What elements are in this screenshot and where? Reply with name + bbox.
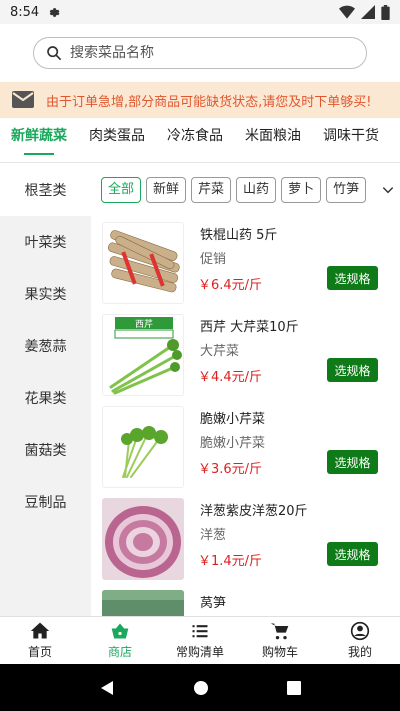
product-item[interactable]: 莴笋 [91, 584, 400, 616]
tab-meat-eggs[interactable]: 肉类蛋品 [78, 118, 156, 162]
select-spec-button[interactable]: 选规格 [327, 358, 378, 382]
product-image: 西芹 [102, 314, 184, 396]
nav-label: 首页 [27, 645, 52, 659]
nav-store[interactable]: 商店 [80, 617, 160, 664]
status-bar: 8:54 [0, 0, 400, 24]
user-icon [350, 621, 370, 641]
search-input[interactable] [70, 45, 330, 61]
product-price: ￥6.4元/斤 [198, 278, 263, 293]
product-price: ￥3.6元/斤 [198, 462, 263, 477]
product-name: 西芹 大芹菜10斤 [200, 320, 299, 335]
shopping-basket-icon [111, 623, 129, 639]
product-name: 脆嫩小芹菜 [200, 412, 266, 427]
category-tabs: 新鲜蔬菜 肉类蛋品 冷冻食品 米面粮油 调味干货 [0, 118, 400, 163]
notice-banner: 由于订单急增,部分商品可能缺货状态,请您及时下单够买! [0, 82, 400, 118]
product-item[interactable]: 铁棍山药 5斤 促销 ￥6.4元/斤 选规格 [91, 216, 400, 308]
product-subtitle: 洋葱 [200, 528, 227, 543]
product-subtitle: 促销 [200, 252, 227, 267]
notice-text: 由于订单急增,部分商品可能缺货状态,请您及时下单够买! [46, 94, 372, 110]
chevron-down-icon[interactable] [376, 178, 400, 202]
chip-celery[interactable]: 芹菜 [191, 177, 232, 203]
sidebar-item-leafy[interactable]: 叶菜类 [0, 216, 91, 268]
product-image [102, 406, 184, 488]
home-circle-icon[interactable] [193, 680, 209, 696]
signal-icon [361, 5, 375, 19]
product-price: ￥4.4元/斤 [198, 370, 263, 385]
chip-yam[interactable]: 山药 [236, 177, 277, 203]
product-name: 铁棍山药 5斤 [200, 228, 278, 243]
product-list: 铁棍山药 5斤 促销 ￥6.4元/斤 选规格 西芹 西芹 大芹菜10斤 大芹菜 … [91, 216, 400, 616]
back-icon[interactable] [99, 680, 115, 696]
mail-icon [12, 91, 34, 108]
chip-radish[interactable]: 萝卜 [281, 177, 322, 203]
wifi-icon [339, 5, 355, 19]
chip-bamboo-shoot[interactable]: 竹笋 [326, 177, 367, 203]
product-item[interactable]: 脆嫩小芹菜 脆嫩小芹菜 ￥3.6元/斤 选规格 [91, 400, 400, 492]
nav-frequent-list[interactable]: 常购清单 [160, 617, 240, 664]
sidebar-item-root[interactable]: 根茎类 [0, 164, 91, 216]
nav-home[interactable]: 首页 [0, 617, 80, 664]
settings-icon [49, 7, 60, 17]
status-time: 8:54 [10, 4, 40, 20]
subcategory-sidebar: 根茎类 叶菜类 果实类 姜葱蒜 花果类 菌菇类 豆制品 [0, 164, 91, 616]
product-subtitle: 脆嫩小芹菜 [200, 436, 266, 451]
chip-fresh[interactable]: 新鲜 [146, 177, 187, 203]
select-spec-button[interactable]: 选规格 [327, 542, 378, 566]
select-spec-button[interactable]: 选规格 [327, 450, 378, 474]
cart-icon [270, 623, 289, 640]
nav-label: 常购清单 [175, 645, 224, 659]
nav-label: 购物车 [261, 645, 298, 659]
nav-label: 商店 [107, 645, 132, 659]
product-image [102, 498, 184, 580]
list-icon [192, 625, 208, 638]
tab-fresh-vegetables[interactable]: 新鲜蔬菜 [0, 118, 78, 162]
home-icon [30, 622, 50, 639]
system-navigation-bar [0, 664, 400, 711]
filter-chips: 全部 新鲜 芹菜 山药 萝卜 竹笋 [91, 164, 400, 216]
recents-icon[interactable] [287, 680, 301, 695]
product-item[interactable]: 西芹 西芹 大芹菜10斤 大芹菜 ￥4.4元/斤 选规格 [91, 308, 400, 400]
thumb-label: 西芹 [135, 319, 153, 330]
search-box[interactable] [33, 37, 367, 69]
sidebar-item-fruit-veg[interactable]: 果实类 [0, 268, 91, 320]
nav-profile[interactable]: 我的 [320, 617, 400, 664]
sidebar-item-mushroom[interactable]: 菌菇类 [0, 424, 91, 476]
battery-icon [381, 4, 390, 20]
product-image [102, 222, 184, 304]
sidebar-item-tofu[interactable]: 豆制品 [0, 476, 91, 528]
search-bar [0, 24, 400, 82]
product-price: ￥1.4元/斤 [198, 554, 263, 569]
nav-label: 我的 [347, 645, 372, 659]
product-name: 洋葱紫皮洋葱20斤 [200, 504, 308, 519]
sidebar-item-ginger-onion-garlic[interactable]: 姜葱蒜 [0, 320, 91, 372]
product-name: 莴笋 [200, 596, 227, 611]
select-spec-button[interactable]: 选规格 [327, 266, 378, 290]
search-icon [47, 46, 62, 61]
product-image [102, 590, 184, 616]
sidebar-item-flower-fruit[interactable]: 花果类 [0, 372, 91, 424]
tab-frozen-food[interactable]: 冷冻食品 [156, 118, 234, 162]
nav-cart[interactable]: 购物车 [240, 617, 320, 664]
product-subtitle: 大芹菜 [200, 344, 240, 359]
bottom-navigation: 首页 商店 常购清单 购物车 我的 [0, 616, 400, 664]
tab-rice-flour-oil[interactable]: 米面粮油 [234, 118, 312, 162]
product-item[interactable]: 洋葱紫皮洋葱20斤 洋葱 ￥1.4元/斤 选规格 [91, 492, 400, 584]
chip-all[interactable]: 全部 [101, 177, 142, 203]
tab-seasoning-dry-goods[interactable]: 调味干货 [312, 118, 390, 162]
